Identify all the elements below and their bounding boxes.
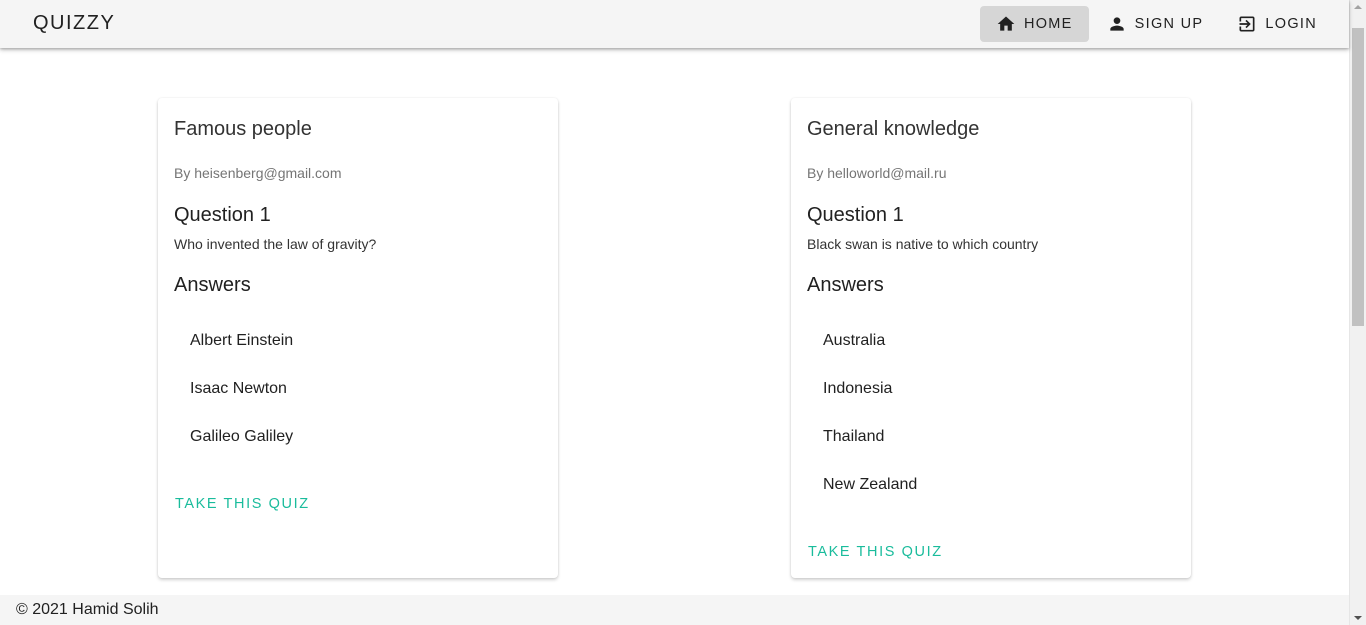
question-text: Black swan is native to which country xyxy=(807,236,1039,252)
question-text: Who invented the law of gravity? xyxy=(174,236,377,252)
quiz-author: By heisenberg@gmail.com xyxy=(174,165,342,181)
answer-item: Australia xyxy=(823,332,886,349)
main-content: Famous people By heisenberg@gmail.com Qu… xyxy=(0,48,1349,595)
quiz-card: Famous people By heisenberg@gmail.com Qu… xyxy=(158,98,558,578)
app-bar: QUIZZY HOME SIGN UP LOGIN xyxy=(0,0,1349,48)
person-icon xyxy=(1109,17,1124,31)
nav-signup-label: SIGN UP xyxy=(1134,16,1204,32)
answers-heading: Answers xyxy=(174,274,251,296)
nav-home-button[interactable]: HOME xyxy=(979,6,1089,42)
scrollbar-thumb[interactable] xyxy=(1352,28,1364,326)
vertical-scrollbar[interactable] xyxy=(1349,0,1366,625)
nav-login-label: LOGIN xyxy=(1265,16,1317,32)
quiz-title: Famous people xyxy=(174,118,312,140)
quiz-card: General knowledge By helloworld@mail.ru … xyxy=(791,98,1191,578)
answer-item: New Zealand xyxy=(823,476,918,493)
quiz-title: General knowledge xyxy=(807,118,980,140)
answers-list: Albert Einstein Isaac Newton Galileo Gal… xyxy=(174,317,542,461)
footer: © 2021 Hamid Solih xyxy=(0,595,1349,625)
top-nav: HOME SIGN UP LOGIN xyxy=(978,6,1333,42)
answer-item: Galileo Galiley xyxy=(190,428,294,445)
nav-login-button[interactable]: LOGIN xyxy=(1221,6,1333,42)
answer-item: Indonesia xyxy=(823,380,893,397)
home-icon xyxy=(997,16,1015,31)
brand-title: QUIZZY xyxy=(33,12,116,34)
login-icon xyxy=(1239,16,1255,32)
answers-list: Australia Indonesia Thailand New Zealand xyxy=(807,317,1175,509)
answer-item: Albert Einstein xyxy=(190,332,294,349)
nav-signup-button[interactable]: SIGN UP xyxy=(1091,6,1220,42)
nav-home-label: HOME xyxy=(1023,16,1073,32)
answers-heading: Answers xyxy=(807,274,884,296)
quiz-author: By helloworld@mail.ru xyxy=(807,165,947,181)
question-heading: Question 1 xyxy=(174,204,271,226)
scroll-down-arrow-icon[interactable] xyxy=(1354,616,1362,620)
take-quiz-button[interactable]: TAKE THIS QUIZ xyxy=(166,486,319,522)
answer-item: Isaac Newton xyxy=(190,380,287,397)
answer-item: Thailand xyxy=(823,428,885,445)
take-quiz-button[interactable]: TAKE THIS QUIZ xyxy=(799,534,952,570)
footer-copyright: © 2021 Hamid Solih xyxy=(16,601,159,618)
question-heading: Question 1 xyxy=(807,204,904,226)
scroll-up-arrow-icon[interactable] xyxy=(1354,5,1362,9)
